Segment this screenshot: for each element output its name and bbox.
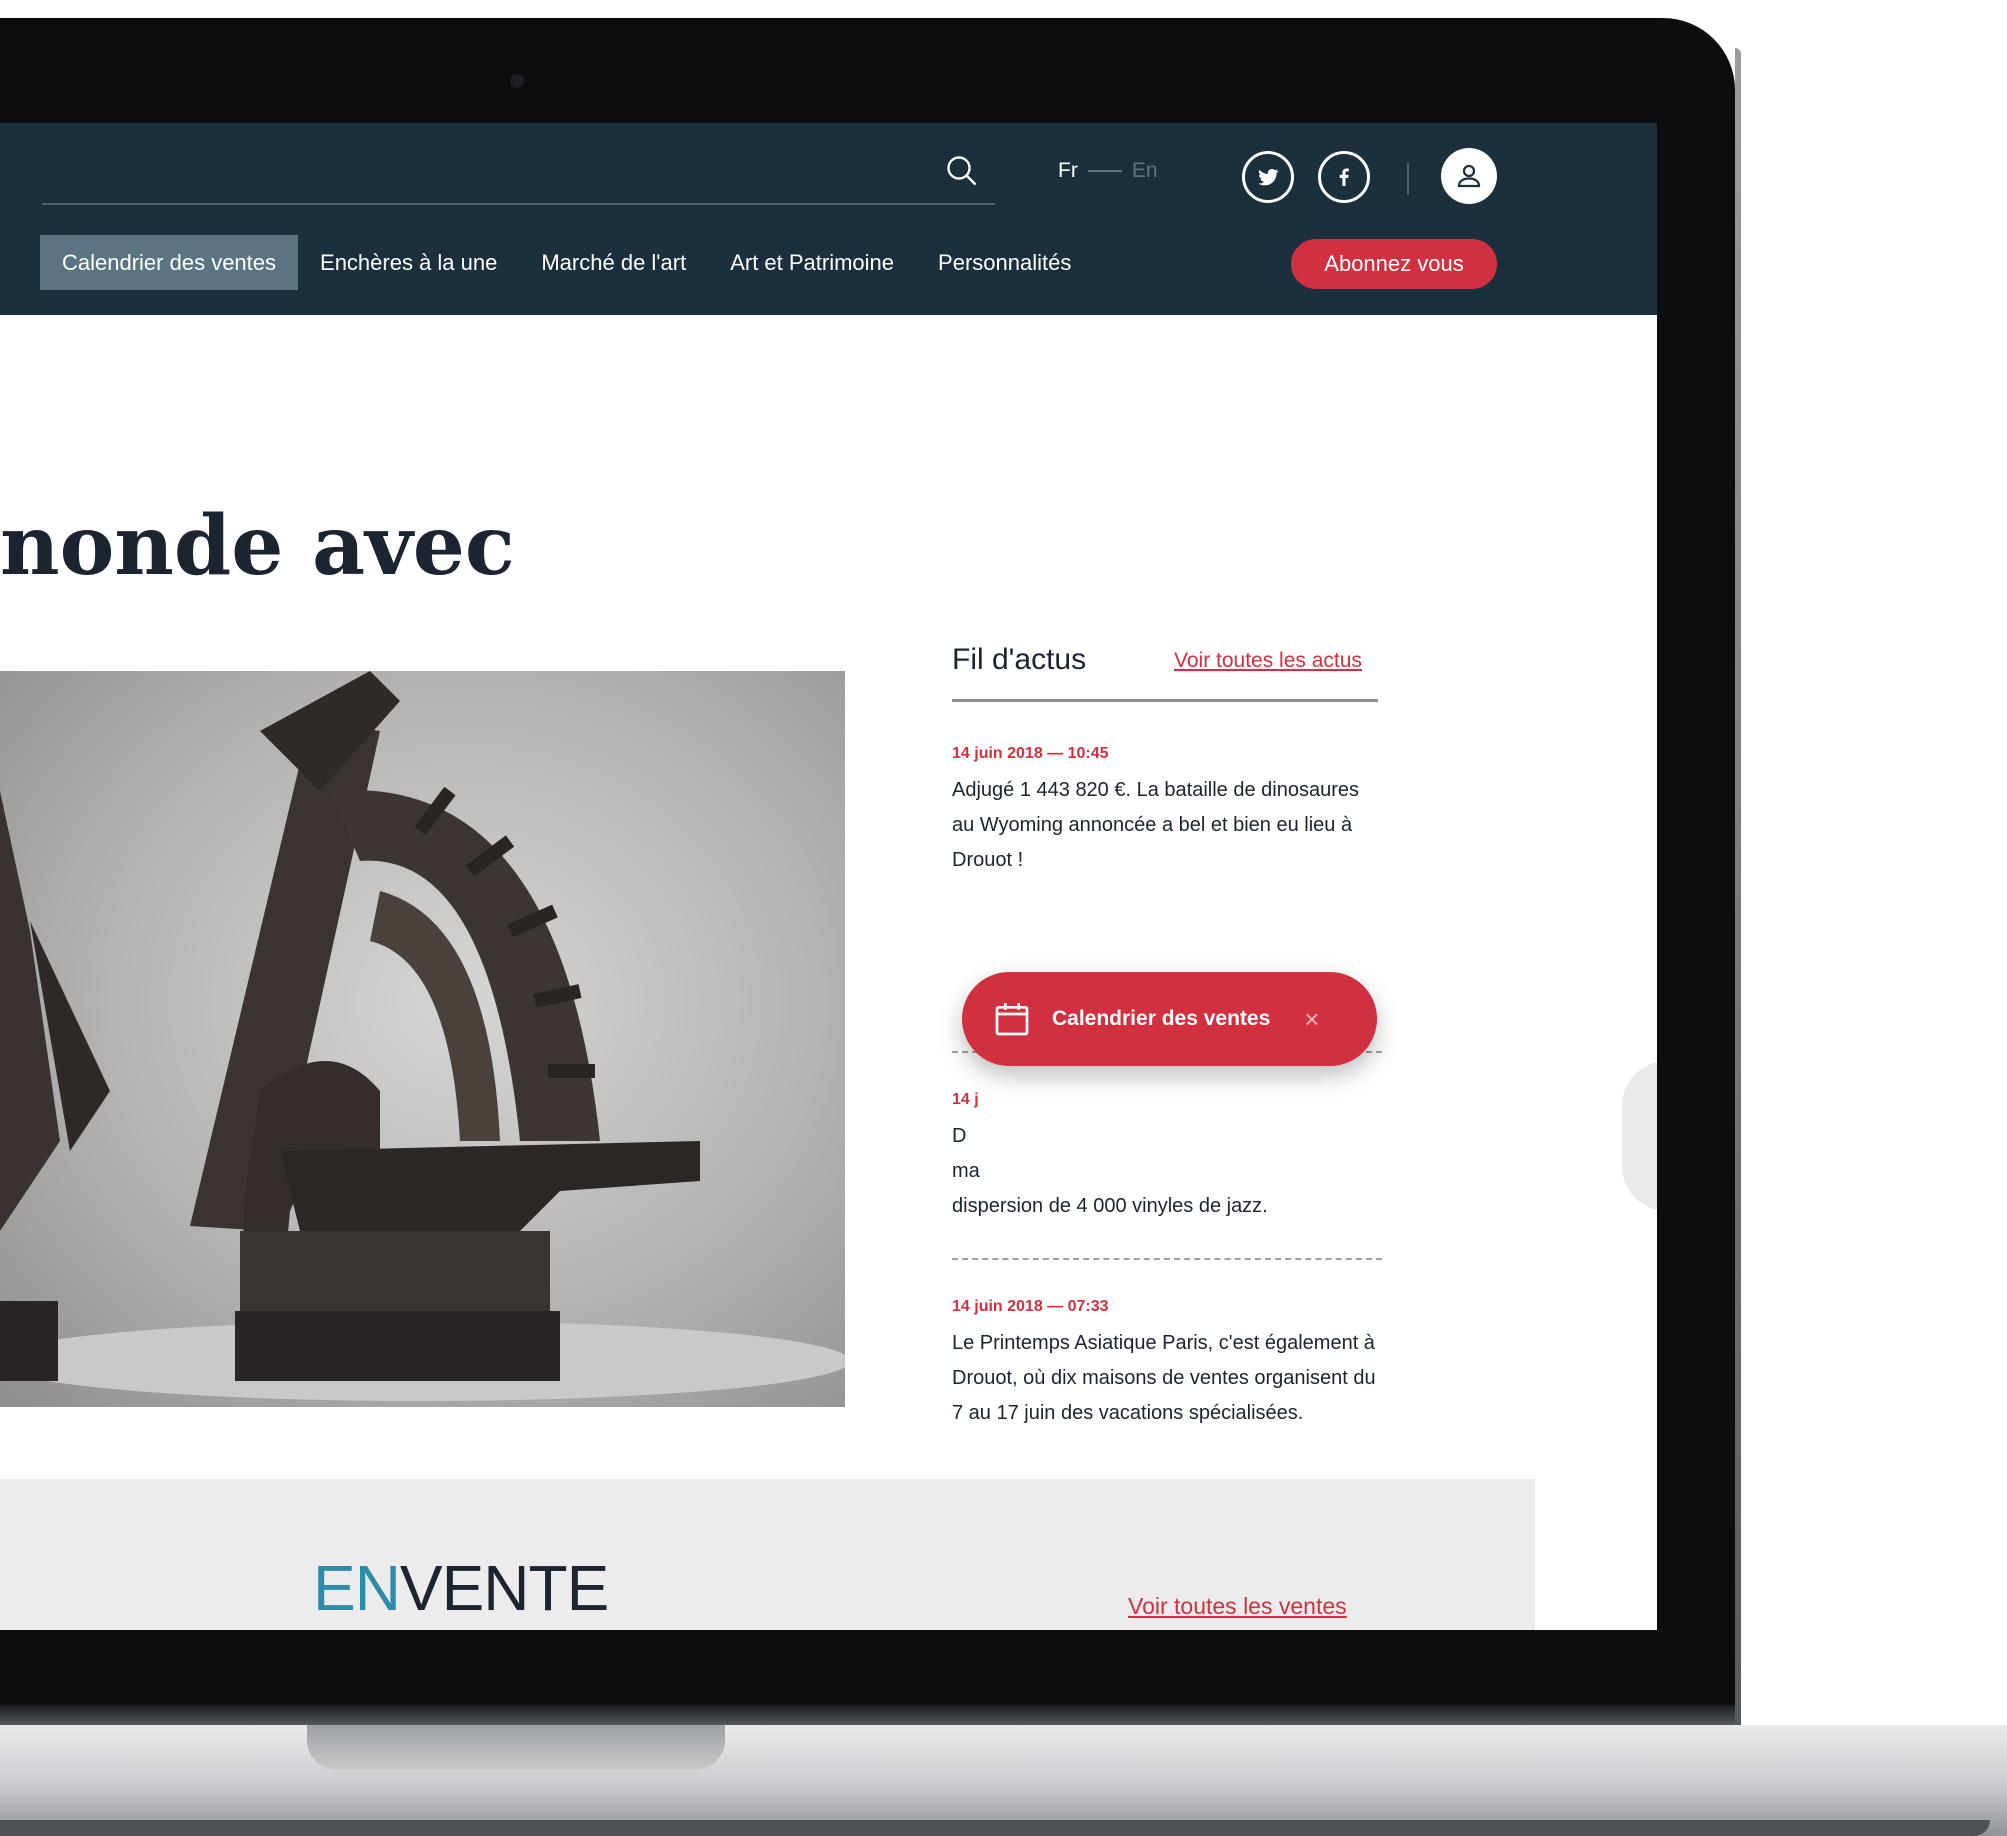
- twitter-icon: [1258, 168, 1279, 186]
- news-item[interactable]: 14 j D ma dispersion de 4 000 vinyles de…: [952, 1091, 1382, 1224]
- news-item[interactable]: 14 juin 2018 — 07:33 Le Printemps Asiati…: [952, 1298, 1382, 1431]
- sale-section-title: ENVENTE: [313, 1551, 609, 1625]
- hero-image[interactable]: [0, 671, 845, 1407]
- news-date: 14 j: [952, 1091, 979, 1108]
- news-date: 14 juin 2018 — 10:45: [952, 745, 1109, 762]
- lang-fr[interactable]: Fr: [1058, 159, 1078, 183]
- news-text: dispersion de 4 000 vinyles de jazz.: [952, 1195, 1268, 1217]
- news-item[interactable]: 14 juin 2018 — 10:45 Adjugé 1 443 820 €.…: [952, 745, 1382, 878]
- sale-title-en: EN: [313, 1552, 401, 1624]
- calendar-toast-label: Calendrier des ventes: [1052, 1007, 1271, 1030]
- news-separator: [952, 1258, 1382, 1260]
- main-nav: Calendrier des ventes Enchères à la une …: [0, 235, 1093, 290]
- lang-en[interactable]: En: [1132, 159, 1158, 183]
- side-scroll-handle[interactable]: [1622, 1061, 1657, 1211]
- nav-item-patrimoine[interactable]: Art et Patrimoine: [708, 235, 916, 290]
- search-input[interactable]: [42, 203, 995, 205]
- nav-item-calendrier[interactable]: Calendrier des ventes: [40, 235, 299, 290]
- laptop-base-edge: [0, 1820, 1990, 1836]
- subscribe-button[interactable]: Abonnez vous: [1291, 239, 1497, 289]
- page-title: nonde avec: [0, 497, 515, 594]
- twitter-button[interactable]: [1242, 151, 1294, 203]
- search-icon[interactable]: [944, 153, 980, 189]
- facebook-icon: [1339, 168, 1349, 186]
- header-divider: [1407, 163, 1409, 195]
- nav-item-encheres[interactable]: Enchères à la une: [298, 235, 519, 290]
- laptop-notch: [307, 1725, 725, 1770]
- news-feed-rule: [952, 699, 1378, 702]
- lang-divider: [1087, 170, 1122, 172]
- sale-title-rest: VENTE: [399, 1552, 609, 1624]
- news-text: Le Printemps Asiatique Paris, c'est égal…: [952, 1332, 1376, 1424]
- news-feed-title: Fil d'actus: [952, 643, 1087, 676]
- close-icon[interactable]: ×: [1304, 1004, 1319, 1035]
- nav-item-marche[interactable]: Marché de l'art: [519, 235, 708, 290]
- calendar-icon: [995, 1003, 1029, 1036]
- news-text: Adjugé 1 443 820 €. La bataille de dinos…: [952, 779, 1359, 871]
- calendar-toast[interactable]: Calendrier des ventes ×: [962, 972, 1377, 1066]
- see-all-news-link[interactable]: Voir toutes les actus: [1174, 649, 1362, 673]
- user-icon: [1457, 164, 1481, 188]
- facebook-button[interactable]: [1318, 151, 1370, 203]
- see-all-sales-link[interactable]: Voir toutes les ventes: [1128, 1593, 1347, 1620]
- news-text-partial: D: [952, 1125, 967, 1147]
- laptop-screen: Fr En Calendrier des ventes Enchères à l…: [0, 123, 1657, 1630]
- laptop-hinge: [0, 1705, 1735, 1727]
- account-button[interactable]: [1441, 148, 1497, 204]
- sculpture-image: [0, 671, 845, 1401]
- news-date: 14 juin 2018 — 07:33: [952, 1298, 1109, 1315]
- laptop-camera: [510, 74, 524, 88]
- language-switcher: Fr En: [1058, 159, 1158, 183]
- site-header: Fr En Calendrier des ventes Enchères à l…: [0, 123, 1657, 315]
- nav-item-personnalites[interactable]: Personnalités: [916, 235, 1093, 290]
- news-text-partial: ma: [952, 1160, 980, 1182]
